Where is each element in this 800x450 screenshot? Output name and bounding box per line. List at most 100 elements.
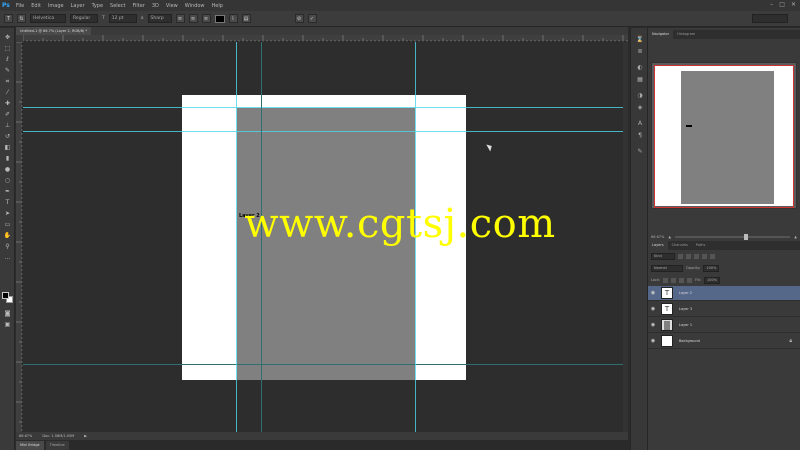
menu-file[interactable]: File	[16, 3, 24, 9]
type-filter-icon[interactable]	[694, 253, 699, 259]
document-info[interactable]: Doc: 1.58M/1.05M	[42, 434, 74, 438]
layer-row[interactable]: ◉ Background 🔒︎	[648, 334, 800, 349]
pen-tool-icon[interactable]: ✒	[3, 188, 12, 196]
eraser-tool-icon[interactable]: ◧	[3, 144, 12, 152]
layer-name[interactable]: Background	[679, 339, 700, 343]
tab-channels[interactable]: Channels	[668, 241, 692, 250]
tab-mini-bridge[interactable]: Mini Bridge	[16, 441, 44, 450]
layer-row[interactable]: ◉ T Layer 2	[648, 286, 800, 301]
smart-object-filter-icon[interactable]	[710, 253, 715, 259]
paragraph-panel-icon[interactable]: ¶	[636, 132, 644, 139]
document-tab[interactable]: Untitled-1 @ 66.7% (Layer 2, RGB/8) *	[16, 27, 92, 35]
menu-image[interactable]: Image	[48, 3, 64, 9]
cancel-edits-icon[interactable]: ⊘	[294, 14, 304, 23]
guide-horizontal[interactable]	[23, 131, 628, 132]
blend-mode-select[interactable]: Normal	[651, 264, 683, 272]
tab-paths[interactable]: Paths	[692, 241, 710, 250]
properties-panel-icon[interactable]: ≣	[636, 48, 644, 55]
menu-window[interactable]: Window	[185, 3, 205, 9]
horizontal-ruler[interactable]	[23, 35, 628, 42]
lock-transparent-icon[interactable]	[663, 277, 669, 283]
crop-tool-icon[interactable]: ⌗	[3, 78, 12, 86]
blur-tool-icon[interactable]: ●	[3, 166, 12, 174]
zoom-slider-knob[interactable]	[744, 233, 749, 240]
adjustment-filter-icon[interactable]	[686, 253, 691, 259]
type-tool-preset-icon[interactable]: T	[4, 14, 13, 23]
pixel-filter-icon[interactable]	[678, 253, 683, 259]
menu-help[interactable]: Help	[212, 3, 223, 9]
eyedropper-tool-icon[interactable]: ⁄	[3, 89, 12, 97]
layer-row[interactable]: ◉ T Layer 3	[648, 302, 800, 317]
antialias-select[interactable]: Sharp	[147, 14, 172, 23]
move-tool-icon[interactable]: ✥	[3, 34, 12, 42]
menu-filter[interactable]: Filter	[132, 3, 144, 9]
align-center-icon[interactable]: ≡	[188, 14, 198, 23]
screen-mode-icon[interactable]: ▣	[3, 321, 12, 329]
quick-select-tool-icon[interactable]: ✎	[3, 67, 12, 75]
tab-navigator[interactable]: Navigator	[648, 30, 674, 39]
menu-view[interactable]: View	[166, 3, 178, 9]
character-panel-icon[interactable]: ▤	[241, 14, 251, 23]
color-panel-icon[interactable]: ◐	[636, 64, 644, 71]
tab-timeline[interactable]: Timeline	[45, 441, 69, 450]
eye-icon[interactable]: ◉	[648, 290, 658, 296]
align-right-icon[interactable]: ≡	[201, 14, 211, 23]
tab-histogram[interactable]: Histogram	[673, 30, 699, 39]
font-size-select[interactable]: 12 pt	[108, 14, 137, 23]
workspace-select[interactable]	[752, 14, 788, 23]
brush-panel-icon[interactable]: ✎	[636, 148, 644, 155]
guide-horizontal[interactable]	[23, 364, 628, 365]
fill-input[interactable]: 100%	[704, 276, 721, 284]
eye-icon[interactable]: ◉	[648, 322, 658, 328]
status-menu-arrow-icon[interactable]: ▶	[84, 434, 87, 438]
navigator-preview[interactable]	[651, 62, 797, 209]
layer-name[interactable]: Layer 2	[679, 291, 692, 295]
menu-type[interactable]: Type	[92, 3, 103, 9]
menu-3d[interactable]: 3D	[152, 3, 159, 9]
opacity-input[interactable]: 100%	[703, 264, 720, 272]
navigator-view-box[interactable]	[654, 65, 794, 208]
photoshop-logo[interactable]: Ps	[2, 2, 10, 9]
healing-brush-tool-icon[interactable]: ✚	[3, 100, 12, 108]
text-color-swatch[interactable]	[214, 14, 225, 23]
marquee-tool-icon[interactable]: ⬚	[3, 45, 12, 53]
minimize-button[interactable]: –	[770, 1, 773, 8]
eye-icon[interactable]: ◉	[648, 306, 658, 312]
kind-filter-select[interactable]: Kind	[651, 252, 675, 260]
brush-tool-icon[interactable]: ✐	[3, 111, 12, 119]
adjustments-panel-icon[interactable]: ◑	[636, 92, 644, 99]
maximize-button[interactable]: □	[779, 1, 785, 8]
text-orientation-icon[interactable]: ⇅	[17, 14, 26, 23]
quick-mask-icon[interactable]: ◙	[3, 310, 12, 318]
layer-name[interactable]: Layer 1	[679, 323, 692, 327]
ruler-origin[interactable]	[16, 35, 23, 42]
zoom-in-icon[interactable]: ▲	[794, 235, 797, 239]
lock-all-icon[interactable]	[687, 277, 693, 283]
dodge-tool-icon[interactable]: ○	[3, 177, 12, 185]
menu-select[interactable]: Select	[110, 3, 125, 9]
more-tools-icon[interactable]: …	[3, 254, 12, 262]
menu-layer[interactable]: Layer	[71, 3, 85, 9]
swatches-panel-icon[interactable]: ▦	[636, 76, 644, 83]
menu-edit[interactable]: Edit	[31, 3, 41, 9]
warp-text-icon[interactable]: ⌇	[228, 14, 238, 23]
layer-row[interactable]: ◉ Layer 1	[648, 318, 800, 333]
commit-edits-icon[interactable]: ✓	[307, 14, 317, 23]
tab-layers[interactable]: Layers	[648, 241, 668, 250]
foreground-color-swatch[interactable]	[2, 292, 9, 299]
styles-panel-icon[interactable]: ◈	[636, 104, 644, 111]
align-left-icon[interactable]: ≡	[175, 14, 185, 23]
lock-pixels-icon[interactable]	[671, 277, 677, 283]
navigator-zoom-slider[interactable]	[675, 233, 791, 240]
gradient-tool-icon[interactable]: ▮	[3, 155, 12, 163]
close-button[interactable]: ✕	[791, 1, 796, 8]
history-brush-tool-icon[interactable]: ↺	[3, 133, 12, 141]
lasso-tool-icon[interactable]: ℓ	[3, 56, 12, 64]
clone-stamp-tool-icon[interactable]: ⊥	[3, 122, 12, 130]
layer-name[interactable]: Layer 3	[679, 307, 692, 311]
font-style-select[interactable]: Regular	[70, 14, 98, 23]
zoom-level[interactable]: 66.67%	[19, 434, 32, 438]
lock-position-icon[interactable]	[679, 277, 685, 283]
character-panel-icon[interactable]: A	[636, 120, 644, 127]
shape-filter-icon[interactable]	[702, 253, 707, 259]
